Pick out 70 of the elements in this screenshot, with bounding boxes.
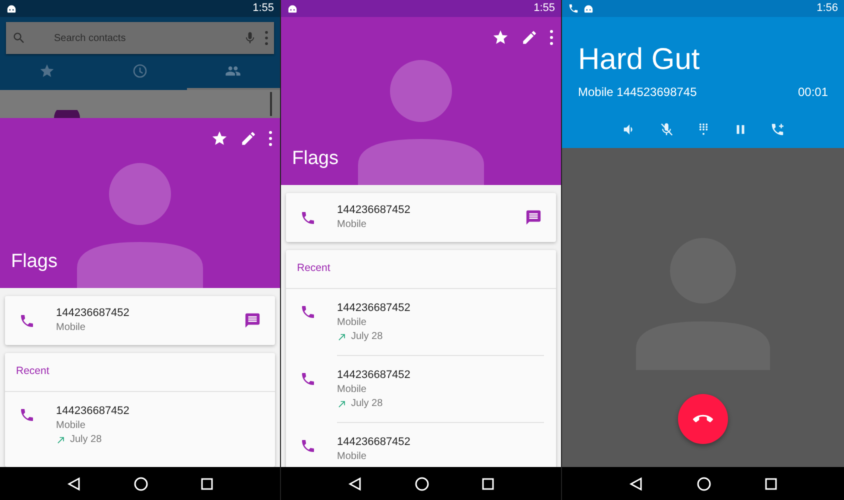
back-button[interactable] — [348, 476, 362, 490]
phone-type: Mobile — [337, 218, 368, 232]
status-time: 1:55 — [252, 1, 274, 16]
pencil-icon — [240, 130, 257, 147]
more-options-button[interactable] — [548, 27, 555, 48]
recents-button[interactable] — [482, 478, 494, 490]
mic-off-icon — [658, 122, 674, 137]
home-button[interactable] — [414, 476, 429, 490]
phone-icon — [300, 438, 316, 454]
call-date: July 28 — [70, 432, 102, 447]
contact-name: Flags — [292, 146, 338, 170]
search-input[interactable]: Search contacts — [34, 30, 235, 46]
phone-icon — [300, 210, 316, 226]
phone-icon — [19, 406, 35, 423]
contact-name: Flags — [11, 250, 58, 274]
phone-icon — [568, 3, 579, 14]
status-time: 1:55 — [534, 1, 555, 16]
android-icon — [583, 3, 594, 14]
end-call-button[interactable] — [678, 394, 728, 444]
caller-name: Hard Gut — [578, 43, 701, 77]
search-icon — [12, 31, 26, 45]
phone-type: Mobile — [337, 450, 368, 464]
outgoing-call-icon — [56, 434, 66, 445]
phone-type: Mobile — [337, 382, 368, 397]
star-icon — [38, 63, 55, 79]
recents-button[interactable] — [201, 478, 214, 490]
android-icon — [6, 3, 17, 14]
phone-number: 144236687452 — [337, 300, 412, 316]
star-icon — [492, 29, 509, 46]
caller-number: Mobile 144523698745 — [578, 84, 697, 101]
message-icon — [244, 312, 261, 329]
add-call-button[interactable] — [770, 122, 784, 137]
message-icon — [525, 209, 542, 226]
phone-number: 144236687452 — [337, 368, 412, 383]
outgoing-call-icon — [337, 398, 347, 409]
section-title: Recent — [5, 353, 275, 392]
mic-icon — [243, 31, 257, 45]
outgoing-call-icon — [337, 332, 347, 342]
phone-type: Mobile — [56, 321, 86, 335]
phone-number: 144236687452 — [337, 434, 412, 450]
more-icon — [265, 31, 268, 45]
phone-type: Mobile — [56, 418, 86, 433]
clock-icon — [132, 63, 148, 79]
call-date: July 28 — [351, 330, 383, 344]
phone-number: 144236687452 — [56, 306, 130, 321]
status-time: 1:56 — [816, 1, 838, 16]
phone-type: Mobile — [337, 316, 368, 330]
mic-off-button[interactable] — [658, 122, 674, 137]
back-button[interactable] — [66, 476, 81, 490]
phone-number: 144236687452 — [337, 203, 412, 218]
call-date: July 28 — [351, 396, 383, 411]
star-icon — [211, 130, 228, 147]
recents-button[interactable] — [765, 478, 777, 490]
call-duration: 00:01 — [798, 84, 828, 101]
more-icon — [269, 130, 272, 147]
more-icon — [550, 29, 553, 46]
search-field[interactable]: Search contacts — [6, 22, 274, 54]
add-call-icon — [770, 122, 784, 137]
phone-icon — [19, 312, 35, 328]
phone-icon — [300, 304, 316, 320]
section-title: Recent — [286, 250, 556, 289]
back-button[interactable] — [629, 476, 643, 490]
pencil-icon — [521, 29, 538, 46]
phone-number: 144236687452 — [56, 404, 130, 419]
home-button[interactable] — [697, 476, 711, 490]
android-icon — [287, 3, 298, 14]
more-options-button[interactable] — [267, 128, 274, 149]
home-button[interactable] — [134, 476, 148, 490]
phone-icon — [300, 370, 316, 387]
contact-avatar — [54, 110, 80, 118]
